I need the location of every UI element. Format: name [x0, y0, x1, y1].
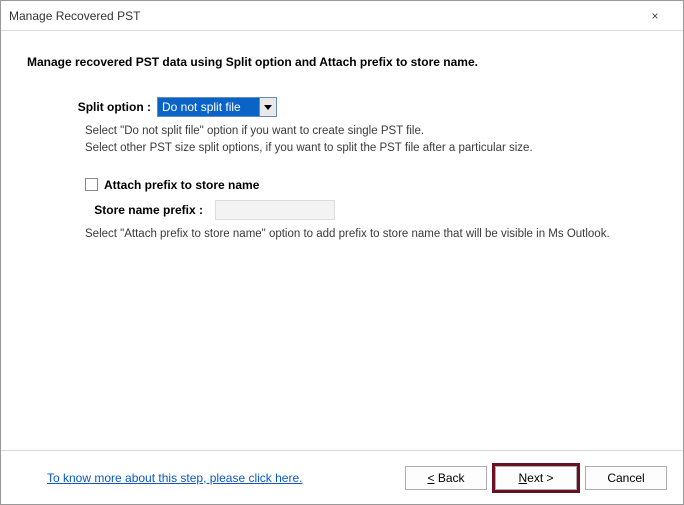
prefix-checkbox[interactable]: [85, 178, 98, 191]
prefix-checkbox-label: Attach prefix to store name: [104, 178, 259, 192]
next-button-label: Next >: [518, 471, 553, 485]
dropdown-button[interactable]: [259, 98, 276, 116]
split-option-selected: Do not split file: [162, 100, 259, 114]
split-help-line2: Select other PST size split options, if …: [85, 140, 657, 157]
title-bar: Manage Recovered PST ×: [1, 1, 683, 31]
prefix-help-text: Select "Attach prefix to store name" opt…: [85, 226, 657, 243]
help-link[interactable]: To know more about this step, please cli…: [47, 471, 397, 485]
prefix-input-row: Store name prefix :: [85, 200, 657, 220]
cancel-button-label: Cancel: [607, 471, 644, 485]
prefix-checkbox-row: Attach prefix to store name: [85, 178, 657, 192]
split-option-label: Split option :: [47, 100, 157, 114]
split-help-text: Select "Do not split file" option if you…: [85, 123, 657, 158]
close-icon: ×: [651, 9, 658, 23]
dialog-footer: To know more about this step, please cli…: [1, 450, 683, 504]
next-button[interactable]: Next >: [495, 466, 577, 490]
prefix-input-label: Store name prefix :: [85, 203, 215, 217]
dialog-content: Manage recovered PST data using Split op…: [1, 31, 683, 450]
split-help-line1: Select "Do not split file" option if you…: [85, 123, 657, 140]
prefix-input[interactable]: [215, 200, 335, 220]
split-option-select[interactable]: Do not split file: [157, 97, 277, 117]
page-heading: Manage recovered PST data using Split op…: [27, 55, 657, 69]
back-button-label: < Back: [427, 471, 464, 485]
back-button[interactable]: < Back: [405, 466, 487, 490]
close-button[interactable]: ×: [635, 2, 675, 30]
chevron-down-icon: [264, 105, 272, 110]
window-title: Manage Recovered PST: [9, 9, 635, 23]
cancel-button[interactable]: Cancel: [585, 466, 667, 490]
split-option-row: Split option : Do not split file: [27, 97, 657, 117]
